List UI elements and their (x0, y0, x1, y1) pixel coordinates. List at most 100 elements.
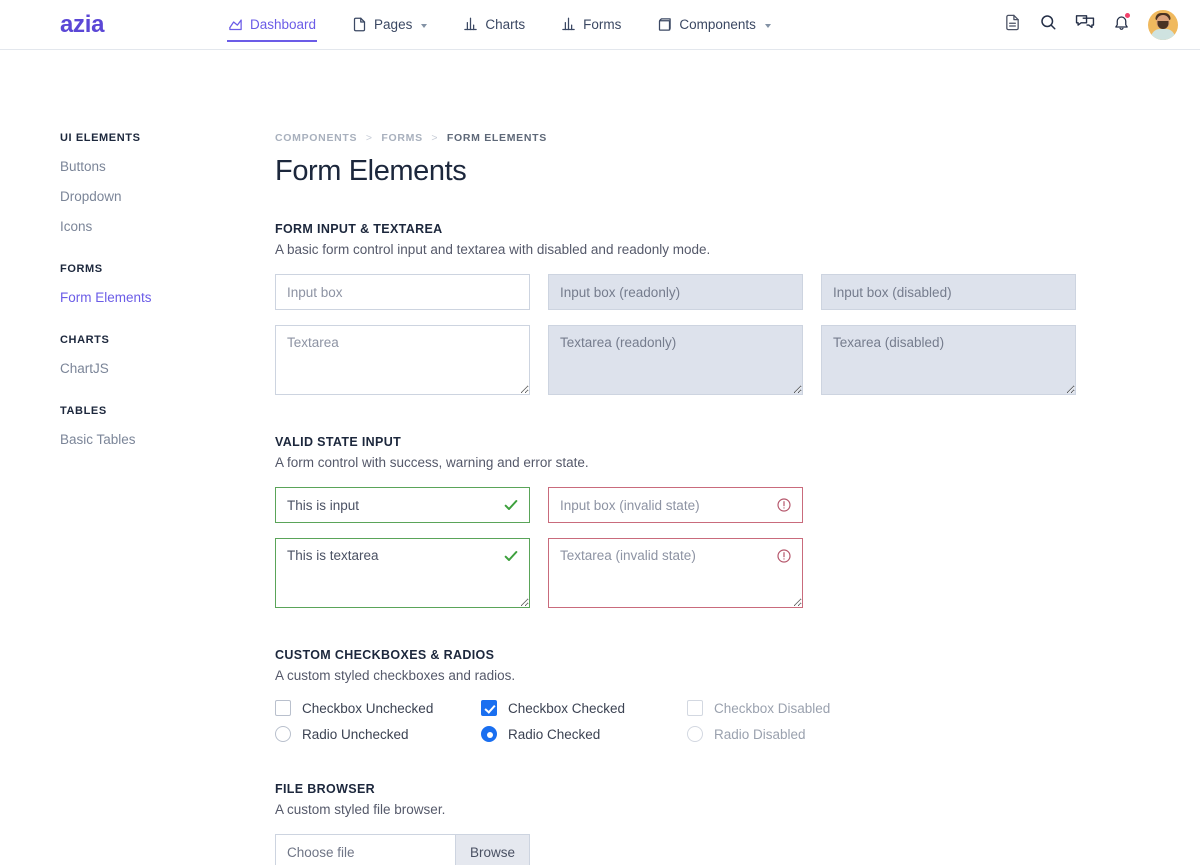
checkbox-unchecked[interactable]: Checkbox Unchecked (275, 700, 481, 716)
input-col (821, 274, 1076, 310)
section-checkboxes-radios: CUSTOM CHECKBOXES & RADIOS A custom styl… (275, 648, 1200, 742)
sidebar-group-charts: CHARTS ChartJS (60, 334, 238, 380)
invalid-input[interactable] (548, 487, 803, 523)
radio-icon[interactable] (275, 726, 291, 742)
input-box-readonly[interactable] (548, 274, 803, 310)
textarea[interactable] (275, 325, 530, 395)
textarea-col (548, 325, 803, 395)
radio-label: Radio Unchecked (302, 727, 409, 742)
breadcrumb-item-components[interactable]: COMPONENTS (275, 132, 357, 144)
section-description: A form control with success, warning and… (275, 455, 1200, 470)
bar-chart-icon (561, 17, 576, 32)
input-row (275, 274, 1200, 310)
sidebar-group-title: UI ELEMENTS (60, 132, 238, 144)
file-name-placeholder: Choose file (276, 835, 455, 865)
page-title: Form Elements (275, 155, 1200, 188)
checkbox-checked[interactable]: Checkbox Checked (481, 700, 687, 716)
radio-label: Radio Disabled (714, 727, 806, 742)
sidebar-item-icons[interactable]: Icons (60, 217, 238, 238)
input-col (548, 274, 803, 310)
sidebar-item-buttons[interactable]: Buttons (60, 157, 238, 178)
section-title: CUSTOM CHECKBOXES & RADIOS (275, 648, 1200, 662)
textarea-col (821, 325, 1076, 395)
main-nav: Dashboard Pages Charts Forms Comp (227, 0, 772, 50)
sidebar-group-title: TABLES (60, 405, 238, 417)
chevron-down-icon (765, 24, 771, 28)
nav-label: Pages (374, 17, 412, 32)
checkbox-label: Checkbox Disabled (714, 701, 830, 716)
brand-logo[interactable]: azia (0, 13, 227, 37)
valid-input[interactable] (275, 487, 530, 523)
textarea-disabled (821, 325, 1076, 395)
sidebar-item-basic-tables[interactable]: Basic Tables (60, 430, 238, 451)
page-icon (352, 17, 367, 32)
valid-input-row (275, 487, 1200, 523)
nav-actions (1004, 10, 1178, 40)
section-title: FILE BROWSER (275, 782, 1200, 796)
nav-item-forms[interactable]: Forms (560, 0, 622, 50)
search-icon[interactable] (1039, 13, 1057, 36)
bar-chart-icon (463, 17, 478, 32)
section-description: A custom styled file browser. (275, 802, 1200, 817)
box-icon (657, 17, 672, 32)
textarea-row (275, 325, 1200, 395)
breadcrumb-item-forms[interactable]: FORMS (381, 132, 422, 144)
radio-checked-icon[interactable] (481, 726, 497, 742)
avatar-body (1151, 29, 1175, 40)
breadcrumb-separator: > (431, 132, 438, 144)
input-box[interactable] (275, 274, 530, 310)
radio-label: Radio Checked (508, 727, 600, 742)
notification-badge (1124, 12, 1131, 19)
radio-disabled-icon (687, 726, 703, 742)
sidebar-group-tables: TABLES Basic Tables (60, 405, 238, 451)
checkbox-disabled: Checkbox Disabled (687, 700, 1200, 716)
nav-label: Forms (583, 17, 621, 32)
main-content: COMPONENTS > FORMS > FORM ELEMENTS Form … (238, 50, 1200, 865)
nav-label: Components (679, 17, 756, 32)
document-icon[interactable] (1004, 14, 1021, 36)
top-navigation-bar: azia Dashboard Pages Charts Forms (0, 0, 1200, 50)
input-box-disabled (821, 274, 1076, 310)
checkbox-disabled-icon (687, 700, 703, 716)
checkbox-checked-icon[interactable] (481, 700, 497, 716)
nav-item-charts[interactable]: Charts (462, 0, 526, 50)
checkbox-radio-grid: Checkbox Unchecked Checkbox Checked Chec… (275, 700, 1200, 742)
radio-unchecked[interactable]: Radio Unchecked (275, 726, 481, 742)
nav-label: Charts (485, 17, 525, 32)
sidebar-item-chartjs[interactable]: ChartJS (60, 359, 238, 380)
section-file-browser: FILE BROWSER A custom styled file browse… (275, 782, 1200, 865)
sidebar-item-form-elements[interactable]: Form Elements (60, 288, 238, 309)
sidebar-group-forms: FORMS Form Elements (60, 263, 238, 309)
radio-disabled: Radio Disabled (687, 726, 1200, 742)
nav-item-pages[interactable]: Pages (351, 0, 428, 50)
breadcrumb-item-form-elements: FORM ELEMENTS (447, 132, 547, 144)
radio-checked[interactable]: Radio Checked (481, 726, 687, 742)
section-valid-state-input: VALID STATE INPUT A form control with su… (275, 435, 1200, 608)
chat-icon[interactable] (1075, 13, 1095, 36)
nav-item-dashboard[interactable]: Dashboard (227, 0, 317, 50)
checkbox-label: Checkbox Checked (508, 701, 625, 716)
invalid-textarea-col (548, 538, 803, 608)
sidebar-item-dropdown[interactable]: Dropdown (60, 187, 238, 208)
chevron-down-icon (421, 24, 427, 28)
nav-item-components[interactable]: Components (656, 0, 772, 50)
textarea-col (275, 325, 530, 395)
valid-textarea[interactable] (275, 538, 530, 608)
section-description: A custom styled checkboxes and radios. (275, 668, 1200, 683)
file-browser-input[interactable]: Choose file Browse (275, 834, 530, 865)
checkbox-icon[interactable] (275, 700, 291, 716)
browse-button[interactable]: Browse (455, 835, 529, 865)
textarea-readonly[interactable] (548, 325, 803, 395)
bell-icon[interactable] (1113, 13, 1130, 36)
breadcrumb-separator: > (366, 132, 373, 144)
valid-input-col (275, 487, 530, 523)
invalid-textarea[interactable] (548, 538, 803, 608)
section-title: FORM INPUT & TEXTAREA (275, 222, 1200, 236)
valid-textarea-row (275, 538, 1200, 608)
section-title: VALID STATE INPUT (275, 435, 1200, 449)
sidebar-group-title: FORMS (60, 263, 238, 275)
input-col (275, 274, 530, 310)
invalid-input-col (548, 487, 803, 523)
avatar[interactable] (1148, 10, 1178, 40)
sidebar: UI ELEMENTS Buttons Dropdown Icons FORMS… (0, 50, 238, 865)
